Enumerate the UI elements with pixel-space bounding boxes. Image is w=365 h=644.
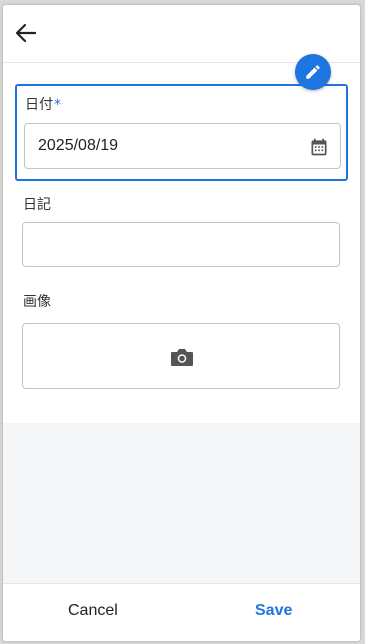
footer-bar: Cancel Save bbox=[3, 583, 360, 641]
required-mark: * bbox=[54, 97, 61, 113]
cancel-button[interactable]: Cancel bbox=[68, 602, 118, 620]
back-button[interactable] bbox=[13, 21, 39, 45]
date-label: 日付* bbox=[25, 94, 61, 114]
image-upload-box[interactable] bbox=[22, 323, 340, 389]
dialog-frame: 日付* 2025/08/19 日記 画像 Cancel Save bbox=[3, 5, 360, 641]
calendar-icon[interactable] bbox=[309, 137, 329, 157]
diary-label: 日記 bbox=[23, 197, 51, 213]
date-field-group: 日付* 2025/08/19 bbox=[15, 84, 348, 181]
empty-content-area bbox=[3, 423, 360, 583]
save-button[interactable]: Save bbox=[255, 602, 292, 620]
camera-icon bbox=[171, 349, 193, 366]
date-input[interactable]: 2025/08/19 bbox=[24, 123, 341, 169]
pencil-icon bbox=[306, 65, 320, 79]
date-value: 2025/08/19 bbox=[38, 137, 119, 154]
diary-input[interactable] bbox=[22, 222, 340, 267]
date-label-text: 日付 bbox=[25, 97, 53, 113]
image-label: 画像 bbox=[23, 294, 51, 310]
arrow-left-icon bbox=[15, 23, 37, 43]
edit-button[interactable] bbox=[295, 54, 331, 90]
